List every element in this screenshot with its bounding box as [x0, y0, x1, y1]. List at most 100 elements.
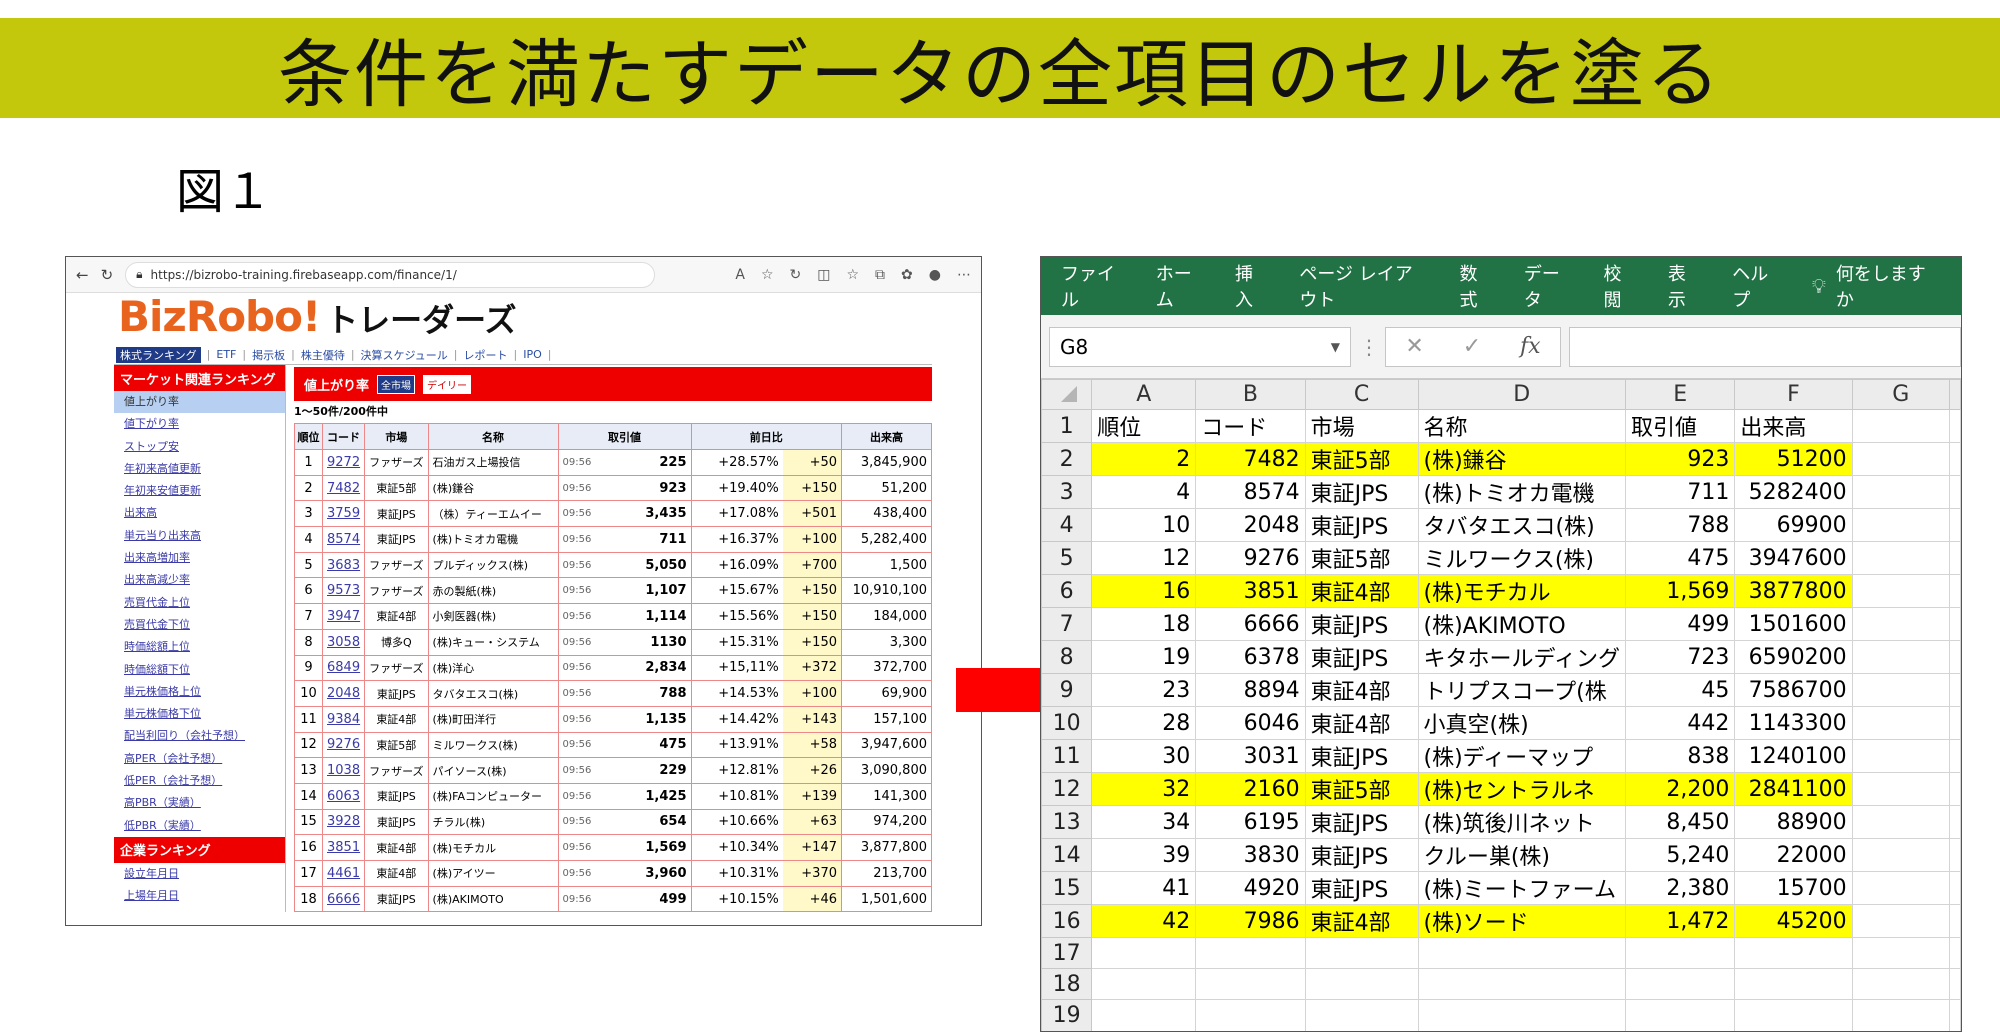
grid-cell[interactable]: 東証4部	[1304, 904, 1419, 938]
grid-cell[interactable]	[1851, 999, 1951, 1031]
grid-cell[interactable]: (株)鎌谷	[1417, 442, 1626, 476]
grid-cell[interactable]	[1304, 968, 1419, 1001]
grid-cell[interactable]	[1949, 936, 1961, 970]
grid-cell[interactable]	[1195, 968, 1306, 1001]
grid-cell[interactable]: 51200	[1734, 442, 1853, 476]
drag-handle-icon[interactable]: ⋮	[1359, 335, 1379, 359]
grid-cell[interactable]: 15700	[1734, 871, 1853, 905]
chevron-down-icon[interactable]: ▼	[1331, 340, 1340, 354]
grid-cell[interactable]: 475	[1624, 541, 1736, 575]
grid-cell[interactable]	[1851, 772, 1951, 806]
grid-cell[interactable]: 6590200	[1734, 640, 1853, 674]
grid-cell[interactable]: 名称	[1417, 409, 1626, 443]
row-header[interactable]: 17	[1041, 936, 1093, 970]
column-header[interactable]: B	[1195, 379, 1306, 410]
grid-cell[interactable]: 順位	[1091, 409, 1197, 443]
nav-benefits[interactable]: 株主優待	[301, 347, 345, 363]
row-header[interactable]: 2	[1041, 442, 1093, 476]
grid-cell[interactable]: 東証JPS	[1304, 475, 1419, 509]
code-link[interactable]: 8574	[321, 526, 366, 553]
sidebar-item[interactable]: 年初来高値更新	[114, 458, 285, 480]
grid-cell[interactable]: 5282400	[1734, 475, 1853, 509]
grid-cell[interactable]	[1851, 904, 1951, 938]
grid-cell[interactable]: 788	[1624, 508, 1736, 542]
grid-cell[interactable]	[1949, 640, 1961, 674]
column-header[interactable]	[1949, 379, 1961, 410]
cancel-icon[interactable]: ✕	[1405, 334, 1423, 359]
site-logo[interactable]: BizRobo! トレーダーズ	[114, 292, 932, 345]
code-link[interactable]: 6666	[321, 885, 366, 913]
grid-cell[interactable]: 7586700	[1734, 673, 1853, 707]
grid-cell[interactable]	[1851, 574, 1951, 608]
grid-cell[interactable]: 1143300	[1734, 706, 1853, 740]
grid-cell[interactable]	[1851, 673, 1951, 707]
grid-cell[interactable]	[1949, 968, 1961, 1001]
sidebar-item[interactable]: 売買代金上位	[114, 592, 285, 614]
grid-cell[interactable]: 3877800	[1734, 574, 1853, 608]
row-header[interactable]: 15	[1041, 871, 1093, 905]
reload-icon[interactable]: ↻	[101, 266, 114, 284]
grid-cell[interactable]	[1949, 541, 1961, 575]
grid-cell[interactable]: 6195	[1195, 805, 1306, 839]
th-price[interactable]: 取引値	[557, 423, 692, 450]
nav-schedule[interactable]: 決算スケジュール	[361, 347, 448, 363]
sidebar-item[interactable]: 高PER（会社予想）	[114, 748, 285, 770]
sidebar-item[interactable]: 単元株価格上位	[114, 681, 285, 703]
grid-cell[interactable]: トリプスコープ(株	[1417, 673, 1626, 707]
grid-cell[interactable]: 東証JPS	[1304, 871, 1419, 905]
code-link[interactable]: 6063	[321, 782, 366, 810]
grid-cell[interactable]: (株)筑後川ネット	[1417, 805, 1626, 839]
grid-cell[interactable]: 7986	[1195, 904, 1306, 938]
sidebar-item[interactable]: 上場年月日	[114, 885, 285, 907]
grid-cell[interactable]: (株)ディーマップ	[1417, 739, 1626, 773]
grid-cell[interactable]: 34	[1091, 805, 1197, 839]
grid-cell[interactable]	[1734, 936, 1853, 970]
grid-cell[interactable]: 2841100	[1734, 772, 1853, 806]
grid-cell[interactable]: コード	[1195, 409, 1306, 443]
split-screen-icon[interactable]: ◫	[817, 267, 830, 283]
grid-cell[interactable]: 3851	[1195, 574, 1306, 608]
grid-cell[interactable]: 3947600	[1734, 541, 1853, 575]
grid-cell[interactable]	[1851, 968, 1951, 1001]
favorite-star-icon[interactable]: ☆	[761, 267, 774, 283]
sidebar-item[interactable]: 年初来安値更新	[114, 480, 285, 502]
grid-cell[interactable]	[1417, 936, 1626, 970]
grid-cell[interactable]: 市場	[1304, 409, 1419, 443]
grid-cell[interactable]: 6666	[1195, 607, 1306, 641]
grid-cell[interactable]: 838	[1624, 739, 1736, 773]
grid-cell[interactable]	[1949, 607, 1961, 641]
sidebar-item[interactable]: 低PER（会社予想）	[114, 770, 285, 792]
grid-cell[interactable]: 2048	[1195, 508, 1306, 542]
grid-cell[interactable]	[1949, 772, 1961, 806]
row-header[interactable]: 4	[1041, 508, 1093, 542]
code-link[interactable]: 7482	[321, 474, 366, 502]
code-link[interactable]: 4461	[321, 860, 366, 887]
grid-cell[interactable]	[1949, 838, 1961, 872]
grid-cell[interactable]: (株)トミオカ電機	[1417, 475, 1626, 509]
nav-report[interactable]: レポート	[464, 347, 508, 363]
code-link[interactable]: 3683	[321, 551, 366, 579]
code-link[interactable]: 1038	[321, 757, 366, 784]
ribbon-tab[interactable]: ページ レイアウト	[1299, 260, 1425, 312]
nav-etf[interactable]: ETF	[216, 348, 236, 361]
row-header[interactable]: 6	[1041, 574, 1093, 608]
grid-cell[interactable]	[1949, 475, 1961, 509]
grid-cell[interactable]: タバタエスコ(株)	[1417, 508, 1626, 542]
sidebar-item[interactable]: 出来高増加率	[114, 547, 285, 569]
grid-cell[interactable]	[1195, 936, 1306, 970]
grid-cell[interactable]: 723	[1624, 640, 1736, 674]
grid-cell[interactable]: 42	[1091, 904, 1197, 938]
grid-cell[interactable]: (株)AKIMOTO	[1417, 607, 1626, 641]
grid-cell[interactable]: 45200	[1734, 904, 1853, 938]
sidebar-item[interactable]: 出来高	[114, 502, 285, 524]
grid-cell[interactable]	[1949, 871, 1961, 905]
grid-cell[interactable]	[1851, 838, 1951, 872]
code-link[interactable]: 3851	[321, 834, 366, 861]
collections-icon[interactable]: ⧉	[875, 267, 885, 283]
row-header[interactable]: 19	[1041, 999, 1093, 1031]
tell-me-search[interactable]: 何をしますか	[1836, 260, 1927, 312]
grid-cell[interactable]	[1851, 607, 1951, 641]
grid-cell[interactable]	[1851, 541, 1951, 575]
row-header[interactable]: 1	[1041, 409, 1093, 443]
grid-cell[interactable]: 8,450	[1624, 805, 1736, 839]
